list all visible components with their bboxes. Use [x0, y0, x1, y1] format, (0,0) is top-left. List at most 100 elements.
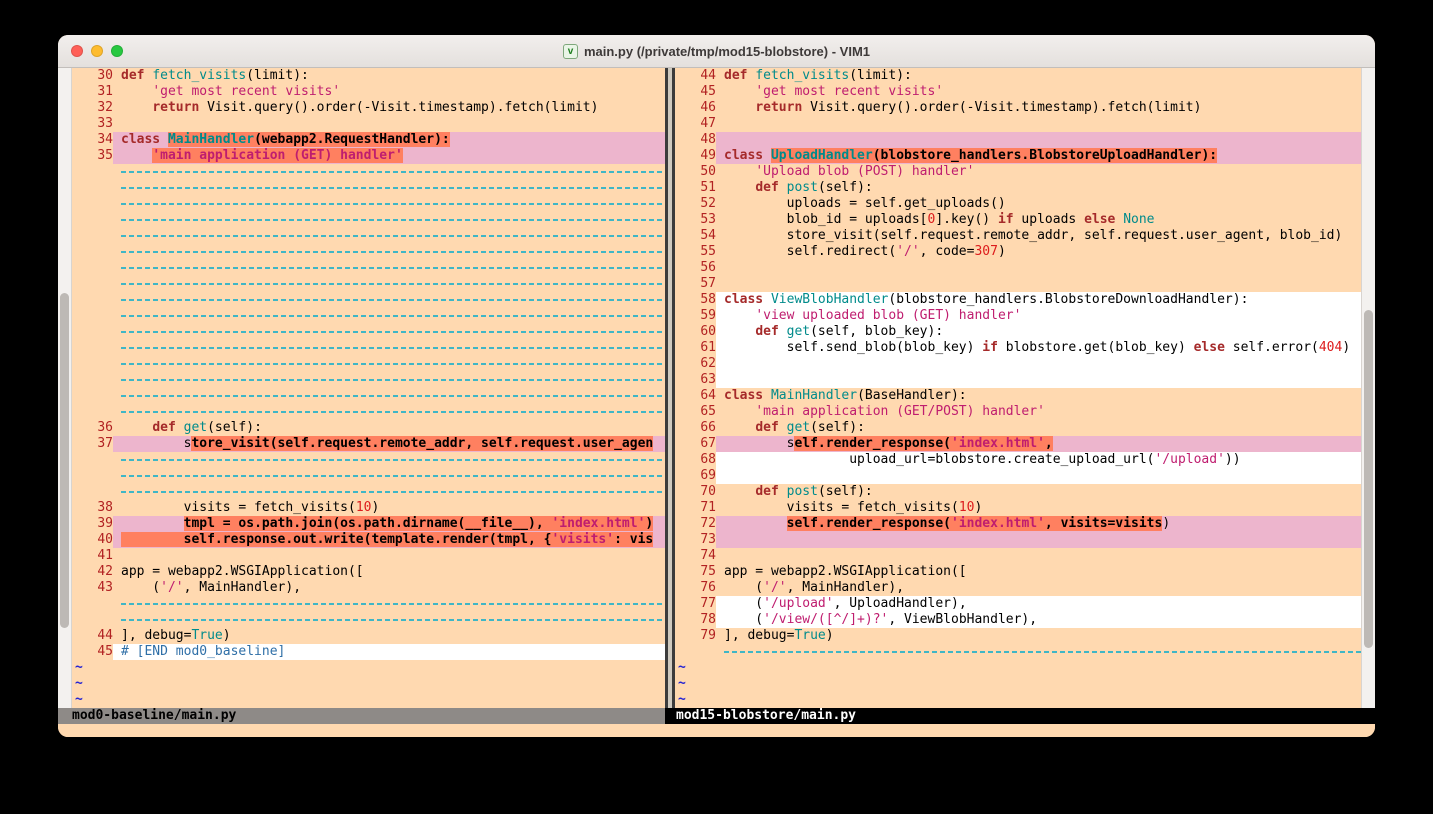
code-line[interactable]: 69	[675, 468, 1361, 484]
code-line[interactable]: 64class MainHandler(BaseHandler):	[675, 388, 1361, 404]
code-text[interactable]: ('/view/([^/]+)?', ViewBlobHandler),	[716, 612, 1361, 628]
code-text[interactable]: self.response.out.write(template.render(…	[113, 532, 665, 548]
code-text[interactable]: 'main application (GET) handler'	[113, 148, 665, 164]
code-text[interactable]: return Visit.query().order(-Visit.timest…	[113, 100, 665, 116]
code-text[interactable]: def post(self):	[716, 484, 1361, 500]
diff-filler-line[interactable]	[72, 340, 665, 356]
code-line[interactable]: 45# [END mod0_baseline]	[72, 644, 665, 660]
code-line[interactable]: 63	[675, 372, 1361, 388]
statusline-active[interactable]: mod15-blobstore/main.py	[665, 708, 1375, 724]
diff-filler-line[interactable]	[72, 324, 665, 340]
diff-filler-line[interactable]	[72, 404, 665, 420]
code-line[interactable]: 51 def post(self):	[675, 180, 1361, 196]
command-line[interactable]	[58, 724, 1375, 737]
statusline-inactive[interactable]: mod0-baseline/main.py	[58, 708, 665, 724]
code-text[interactable]	[113, 196, 665, 212]
vertical-split-separator[interactable]	[665, 68, 675, 708]
code-line[interactable]: 59 'view uploaded blob (GET) handler'	[675, 308, 1361, 324]
code-line[interactable]: 41	[72, 548, 665, 564]
code-text[interactable]	[113, 388, 665, 404]
code-text[interactable]: self.send_blob(blob_key) if blobstore.ge…	[716, 340, 1361, 356]
code-text[interactable]: ], debug=True)	[113, 628, 665, 644]
code-text[interactable]: store_visit(self.request.remote_addr, se…	[113, 436, 665, 452]
code-text[interactable]: class ViewBlobHandler(blobstore_handlers…	[716, 292, 1361, 308]
code-text[interactable]	[113, 468, 665, 484]
diff-filler-line[interactable]	[72, 244, 665, 260]
code-line[interactable]: 61 self.send_blob(blob_key) if blobstore…	[675, 340, 1361, 356]
code-text[interactable]: def post(self):	[716, 180, 1361, 196]
code-text[interactable]: class MainHandler(webapp2.RequestHandler…	[113, 132, 665, 148]
code-line[interactable]: 49class UploadHandler(blobstore_handlers…	[675, 148, 1361, 164]
code-line[interactable]: 60 def get(self, blob_key):	[675, 324, 1361, 340]
code-line[interactable]: 35 'main application (GET) handler'	[72, 148, 665, 164]
code-text[interactable]	[113, 116, 665, 132]
code-text[interactable]: 'Upload blob (POST) handler'	[716, 164, 1361, 180]
code-text[interactable]: # [END mod0_baseline]	[113, 644, 665, 660]
code-text[interactable]	[113, 404, 665, 420]
code-line[interactable]: 76 ('/', MainHandler),	[675, 580, 1361, 596]
code-text[interactable]: store_visit(self.request.remote_addr, se…	[716, 228, 1361, 244]
code-line[interactable]: 48	[675, 132, 1361, 148]
code-line[interactable]: 34class MainHandler(webapp2.RequestHandl…	[72, 132, 665, 148]
code-text[interactable]	[716, 468, 1361, 484]
code-line[interactable]: 44], debug=True)	[72, 628, 665, 644]
code-text[interactable]	[716, 532, 1361, 548]
diff-filler-line[interactable]	[72, 356, 665, 372]
code-line[interactable]: 54 store_visit(self.request.remote_addr,…	[675, 228, 1361, 244]
code-line[interactable]: 65 'main application (GET/POST) handler'	[675, 404, 1361, 420]
code-text[interactable]: ], debug=True)	[716, 628, 1361, 644]
code-text[interactable]	[716, 644, 1361, 660]
code-line[interactable]: 73	[675, 532, 1361, 548]
code-line[interactable]: 42app = webapp2.WSGIApplication([	[72, 564, 665, 580]
code-line[interactable]: 53 blob_id = uploads[0].key() if uploads…	[675, 212, 1361, 228]
code-text[interactable]	[716, 116, 1361, 132]
code-text[interactable]	[113, 340, 665, 356]
code-text[interactable]: def fetch_visits(limit):	[113, 68, 665, 84]
code-text[interactable]: 'get most recent visits'	[113, 84, 665, 100]
code-line[interactable]: 78 ('/view/([^/]+)?', ViewBlobHandler),	[675, 612, 1361, 628]
code-text[interactable]: ('/', MainHandler),	[113, 580, 665, 596]
code-line[interactable]: 33	[72, 116, 665, 132]
code-line[interactable]: 74	[675, 548, 1361, 564]
right-scrollbar[interactable]	[1361, 68, 1375, 708]
code-text[interactable]: app = webapp2.WSGIApplication([	[716, 564, 1361, 580]
code-line[interactable]: 50 'Upload blob (POST) handler'	[675, 164, 1361, 180]
code-text[interactable]: self.redirect('/', code=307)	[716, 244, 1361, 260]
code-text[interactable]: def get(self):	[716, 420, 1361, 436]
diff-filler-line[interactable]	[72, 196, 665, 212]
code-line[interactable]: 56	[675, 260, 1361, 276]
zoom-button[interactable]	[111, 45, 123, 57]
code-text[interactable]	[716, 132, 1361, 148]
code-line[interactable]: 31 'get most recent visits'	[72, 84, 665, 100]
code-line[interactable]: 66 def get(self):	[675, 420, 1361, 436]
code-text[interactable]	[716, 260, 1361, 276]
code-text[interactable]	[113, 228, 665, 244]
diff-filler-line[interactable]	[72, 308, 665, 324]
code-text[interactable]: 'get most recent visits'	[716, 84, 1361, 100]
right-scrollbar-thumb[interactable]	[1364, 310, 1373, 648]
diff-filler-line[interactable]	[72, 388, 665, 404]
code-line[interactable]: 70 def post(self):	[675, 484, 1361, 500]
close-button[interactable]	[71, 45, 83, 57]
code-text[interactable]: def fetch_visits(limit):	[716, 68, 1361, 84]
code-text[interactable]	[113, 244, 665, 260]
code-line[interactable]: 40 self.response.out.write(template.rend…	[72, 532, 665, 548]
code-line[interactable]: 72 self.render_response('index.html', vi…	[675, 516, 1361, 532]
diff-filler-line[interactable]	[72, 484, 665, 500]
diff-filler-line[interactable]	[72, 452, 665, 468]
code-text[interactable]: ('/upload', UploadHandler),	[716, 596, 1361, 612]
pane-mod0-baseline[interactable]: 30def fetch_visits(limit):31 'get most r…	[72, 68, 665, 708]
diff-filler-line[interactable]	[72, 596, 665, 612]
code-text[interactable]	[716, 276, 1361, 292]
code-text[interactable]	[113, 596, 665, 612]
diff-filler-line[interactable]	[72, 468, 665, 484]
code-line[interactable]: 55 self.redirect('/', code=307)	[675, 244, 1361, 260]
code-text[interactable]: visits = fetch_visits(10)	[113, 500, 665, 516]
code-text[interactable]: 'view uploaded blob (GET) handler'	[716, 308, 1361, 324]
code-text[interactable]	[113, 212, 665, 228]
pane-mod15-blobstore[interactable]: 44def fetch_visits(limit):45 'get most r…	[675, 68, 1361, 708]
code-text[interactable]: ('/', MainHandler),	[716, 580, 1361, 596]
diff-filler-line[interactable]	[72, 260, 665, 276]
code-text[interactable]: return Visit.query().order(-Visit.timest…	[716, 100, 1361, 116]
minimize-button[interactable]	[91, 45, 103, 57]
